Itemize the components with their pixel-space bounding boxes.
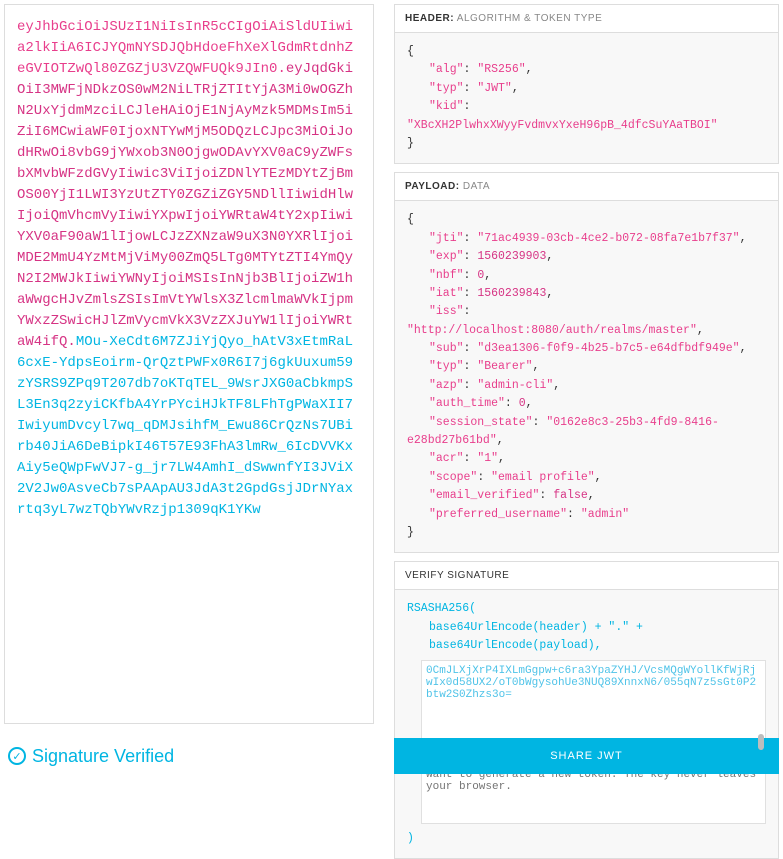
scrollbar-thumb[interactable] [758, 734, 764, 750]
verify-signature-body: RSASHA256( base64UrlEncode(header) + "."… [395, 590, 778, 858]
payload-json[interactable]: {"jti": "71ac4939-03cb-4ce2-b072-08fa7e1… [395, 201, 778, 552]
share-jwt-button[interactable]: SHARE JWT [394, 738, 779, 774]
encoded-token-panel[interactable]: eyJhbGciOiJSUzI1NiIsInR5cCIgOiAiSldUIiwi… [4, 4, 374, 724]
verify-line-2: base64UrlEncode(payload), [429, 639, 602, 652]
encoded-token[interactable]: eyJhbGciOiJSUzI1NiIsInR5cCIgOiAiSldUIiwi… [17, 17, 361, 521]
payload-section-title: PAYLOAD: DATA [395, 173, 778, 201]
header-json[interactable]: {"alg": "RS256","typ": "JWT","kid": "XBc… [395, 33, 778, 163]
header-section: HEADER: ALGORITHM & TOKEN TYPE {"alg": "… [394, 4, 779, 164]
verify-algo-open: RSASHA256( [407, 600, 766, 618]
signature-status-text: Signature Verified [32, 746, 174, 767]
token-payload-segment: eyJqdGkiOiI3MWFjNDkzOS0wM2NiLTRjZTItYjA3… [17, 61, 353, 350]
token-signature-segment: MOu-XeCdt6M7ZJiYjQyo_hAtV3xEtmRaL6cxE-Yd… [17, 334, 353, 518]
payload-section: PAYLOAD: DATA {"jti": "71ac4939-03cb-4ce… [394, 172, 779, 553]
public-key-textarea[interactable] [421, 660, 766, 746]
check-icon: ✓ [8, 747, 26, 765]
verify-signature-section: VERIFY SIGNATURE RSASHA256( base64UrlEnc… [394, 561, 779, 859]
header-section-title: HEADER: ALGORITHM & TOKEN TYPE [395, 5, 778, 33]
verify-signature-title: VERIFY SIGNATURE [395, 562, 778, 590]
signature-status: ✓ Signature Verified [4, 738, 374, 774]
verify-close-paren: ) [407, 830, 766, 848]
decoded-panel: HEADER: ALGORITHM & TOKEN TYPE {"alg": "… [394, 4, 779, 724]
verify-line-1: base64UrlEncode(header) + "." + [429, 621, 643, 634]
